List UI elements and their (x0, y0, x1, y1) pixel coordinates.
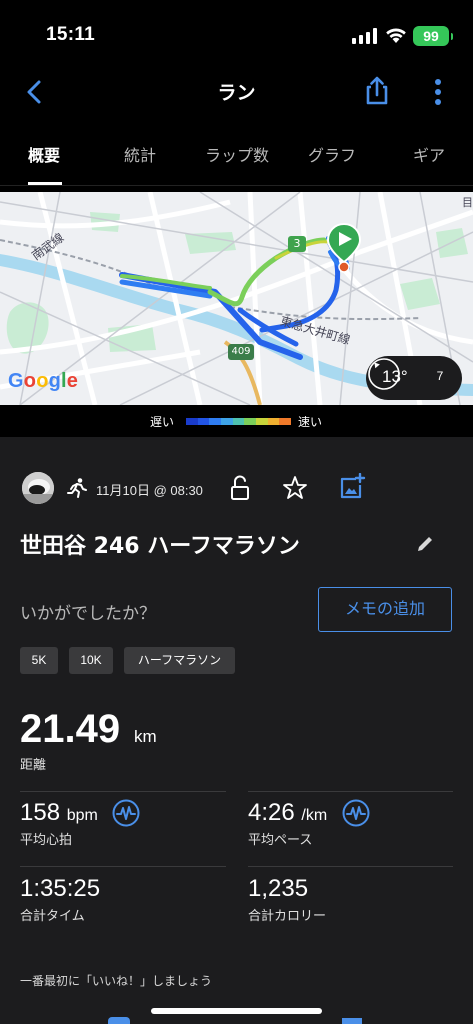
active-tab-indicator (28, 182, 62, 185)
battery-indicator: 99 (413, 26, 453, 46)
heart-rate-chart-icon[interactable] (112, 799, 140, 827)
tab-overview[interactable]: 概要 (28, 142, 60, 166)
speed-legend: 遅い 速い (0, 405, 473, 437)
activity-title: 世田谷 246 ハーフマラソン (20, 534, 300, 559)
google-logo: Google (8, 370, 79, 392)
add-memo-button[interactable]: メモの追加 (318, 587, 452, 632)
pace-label: 平均ペース (248, 833, 313, 848)
comment-button-edge[interactable] (342, 1018, 362, 1024)
pace-value: 4:26 (248, 799, 295, 826)
wind-dial-icon (368, 358, 400, 390)
speed-gradient-bar (186, 418, 292, 425)
activity-date: 11月10日 @ 08:30 (96, 483, 203, 498)
speed-gradient-segment (244, 418, 257, 425)
heart-rate-value: 158 (20, 799, 61, 826)
speed-gradient-segment (209, 418, 222, 425)
speed-gradient-segment (197, 418, 210, 425)
total-time-label: 合計タイム (20, 909, 85, 924)
calories-value: 1,235 (248, 875, 309, 902)
speed-gradient-segment (186, 418, 198, 425)
running-icon (67, 478, 87, 498)
pace-chart-icon[interactable] (342, 799, 370, 827)
distance-label: 距離 (20, 758, 47, 773)
map-edge-label: 目 (462, 196, 473, 209)
tag-5k[interactable]: 5K (20, 647, 58, 674)
weather-badge: 13° 7 (366, 356, 462, 400)
heart-rate-unit: bpm (66, 807, 98, 824)
tab-gear[interactable]: ギア (413, 142, 445, 166)
speed-gradient-segment (267, 418, 280, 425)
signal-icon (352, 28, 377, 44)
total-time-value: 1:35:25 (20, 875, 101, 902)
wind-speed-value: 7 (436, 369, 444, 383)
heart-rate-label: 平均心拍 (20, 833, 73, 848)
pace-unit: /km (301, 807, 328, 824)
tag-half-marathon[interactable]: ハーフマラソン (124, 647, 235, 674)
legend-slow-label: 遅い (150, 415, 175, 429)
status-time: 15:11 (46, 24, 96, 45)
status-bar: 15:11 99 (0, 0, 473, 66)
share-button[interactable] (362, 74, 392, 106)
wifi-icon (386, 28, 406, 43)
unlock-icon[interactable] (228, 475, 252, 501)
heart-rate-stat: 158 bpm (20, 799, 98, 827)
page-title: ラン (217, 82, 256, 104)
pace-stat: 4:26 /km (248, 799, 327, 827)
divider (20, 791, 226, 792)
tab-graphs[interactable]: グラフ (308, 142, 356, 166)
more-options-button[interactable] (428, 76, 448, 108)
divider (248, 791, 453, 792)
feedback-prompt: いかがでしたか？ (20, 604, 156, 624)
like-prompt: 一番最初に「いいね！」しましょう (20, 974, 213, 988)
avatar[interactable] (22, 472, 54, 504)
tag-10k[interactable]: 10K (69, 647, 113, 674)
distance-value: 21.49 (20, 707, 121, 751)
favorite-star-icon[interactable] (282, 475, 308, 501)
activity-summary: 11月10日 @ 08:30 世田谷 246 ハーフマラソン いかがでしたか？ … (0, 437, 473, 1024)
calories-label: 合計カロリー (248, 909, 327, 924)
divider (248, 866, 453, 867)
home-indicator (151, 1008, 322, 1014)
map-route-badge: 3 (293, 237, 301, 250)
like-button-edge[interactable] (108, 1017, 130, 1024)
map-road-badge: 409 (231, 346, 251, 357)
edit-pencil-icon[interactable] (414, 533, 436, 555)
add-photo-icon[interactable] (338, 473, 366, 501)
speed-gradient-segment (279, 418, 292, 425)
legend-fast-label: 速い (298, 415, 323, 429)
route-map[interactable]: 南武線 東急大井町線 3 409 目 Google 13° 7 (0, 192, 473, 405)
tab-laps[interactable]: ラップ数 (205, 142, 269, 166)
divider (20, 866, 226, 867)
nav-header: ラン (0, 66, 473, 118)
tab-bar: 概要 統計 ラップ数 グラフ ギア (0, 118, 473, 186)
speed-gradient-segment (256, 418, 268, 425)
speed-gradient-segment (221, 418, 233, 425)
speed-gradient-segment (232, 418, 245, 425)
tab-stats[interactable]: 統計 (124, 142, 156, 166)
distance-unit: km (134, 727, 157, 746)
